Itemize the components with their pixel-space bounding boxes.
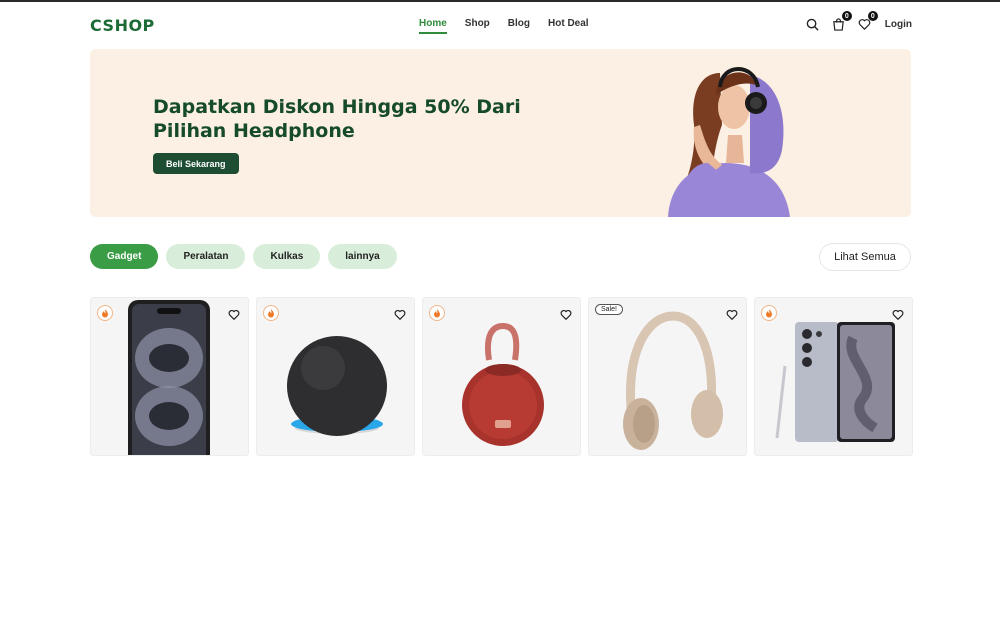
nav-home[interactable]: Home [419,18,447,34]
header: CSHOP Home Shop Blog Hot Deal 0 0 Login [90,10,912,40]
hero-model-image [668,67,790,217]
wishlist-heart-icon[interactable] [726,308,738,320]
wishlist-heart-icon[interactable] [560,308,572,320]
android-phone-image [775,322,895,442]
nav-shop[interactable]: Shop [465,18,490,34]
category-lainnya[interactable]: lainnya [328,244,397,269]
fire-icon [761,305,777,321]
product-card[interactable] [422,297,581,456]
header-actions: 0 0 Login [795,11,912,32]
wishlist-heart-icon[interactable] [228,308,240,320]
hero-banner: Dapatkan Diskon Hingga 50% Dari Pilihan … [90,49,911,217]
fire-icon [429,305,445,321]
category-kulkas[interactable]: Kulkas [253,244,321,269]
product-card[interactable]: Sale! [588,297,747,456]
category-peralatan[interactable]: Peralatan [166,244,246,269]
hero-title: Dapatkan Diskon Hingga 50% Dari Pilihan … [153,96,521,142]
nav-blog[interactable]: Blog [508,18,530,34]
sale-badge: Sale! [595,304,623,315]
bluetooth-speaker-image [462,322,544,446]
login-link[interactable]: Login [885,19,912,30]
smart-speaker-image [287,336,387,436]
category-gadget[interactable]: Gadget [90,244,159,269]
buy-now-button[interactable]: Beli Sekarang [153,153,239,174]
wishlist-heart-icon[interactable] [394,308,406,320]
product-grid: Sale! [90,297,920,456]
wishlist-count-badge: 0 [867,11,878,21]
top-border [0,0,1000,2]
logo[interactable]: CSHOP [90,16,155,35]
category-tabs: Gadget Peralatan Kulkas lainnya [90,244,405,269]
headphones-image [623,311,723,450]
product-card[interactable] [90,297,249,456]
smartphone-image [128,300,210,455]
see-all-button[interactable]: Lihat Semua [819,243,911,271]
cart-icon[interactable]: 0 [831,11,852,32]
fire-icon [263,305,279,321]
product-card[interactable] [754,297,913,456]
fire-icon [97,305,113,321]
main-nav: Home Shop Blog Hot Deal [419,18,607,34]
search-icon[interactable] [805,16,821,32]
product-card[interactable] [256,297,415,456]
heart-icon[interactable]: 0 [857,11,878,32]
nav-hot-deal[interactable]: Hot Deal [548,18,589,34]
wishlist-heart-icon[interactable] [892,308,904,320]
cart-count-badge: 0 [841,11,852,21]
